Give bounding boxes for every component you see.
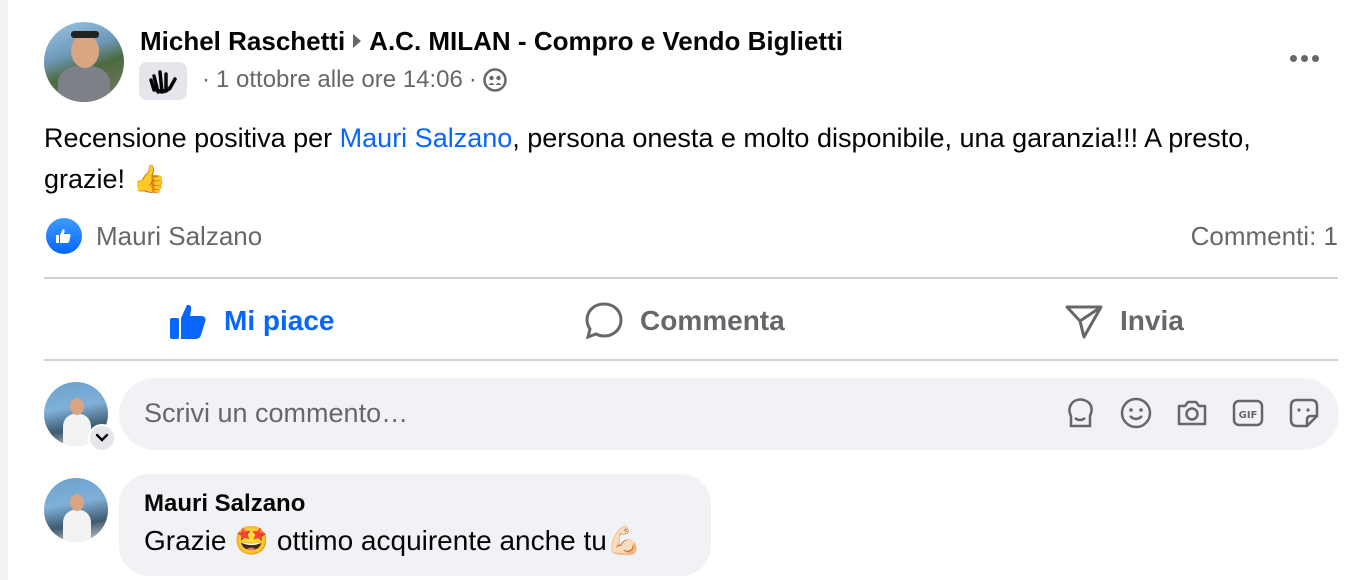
sticker-icon[interactable]: [1287, 396, 1321, 430]
avatar-sticker-icon[interactable]: [1063, 396, 1097, 430]
comment-text: Grazie 🤩 ottimo acquirente anche tu💪🏻: [144, 525, 642, 556]
reaction-user-name: Mauri Salzano: [96, 220, 263, 251]
comment-button[interactable]: Commenta: [584, 281, 785, 361]
send-icon: [1065, 305, 1103, 339]
like-button[interactable]: Mi piace: [168, 281, 334, 361]
post-card: Michel Raschetti A.C. MILAN - Compro e Ve…: [8, 0, 1346, 580]
wave-hand-icon[interactable]: [139, 62, 187, 100]
svg-text:GIF: GIF: [1239, 410, 1258, 421]
post-header: Michel Raschetti A.C. MILAN - Compro e Ve…: [140, 26, 843, 57]
group-name[interactable]: A.C. MILAN - Compro e Vendo Biglietti: [369, 26, 843, 56]
chevron-down-icon[interactable]: [88, 424, 116, 452]
group-members-icon[interactable]: [483, 68, 507, 92]
comment-bubble-icon: [585, 302, 623, 340]
emoji-icon[interactable]: [1119, 396, 1153, 430]
comment-input[interactable]: Scrivi un commento…: [144, 398, 408, 429]
comments-count[interactable]: Commenti: 1: [1191, 221, 1338, 252]
comment-bubble: Mauri Salzano Grazie 🤩 ottimo acquirente…: [119, 474, 711, 576]
commenter-avatar[interactable]: [44, 478, 108, 542]
like-reaction-icon: [46, 218, 82, 254]
send-button[interactable]: Invia: [1064, 281, 1184, 361]
page-left-edge: [0, 0, 8, 580]
comment-composer[interactable]: Scrivi un commento… GIF: [119, 378, 1339, 450]
gif-icon[interactable]: GIF: [1231, 396, 1265, 430]
post-timestamp[interactable]: 1 ottobre alle ore 14:06: [216, 66, 463, 94]
divider: [44, 359, 1338, 361]
arrow-right-icon: [353, 34, 362, 48]
mention-link[interactable]: Mauri Salzano: [340, 123, 513, 153]
divider: [44, 277, 1338, 279]
thumbs-up-icon: [170, 304, 206, 339]
post-meta: · 1 ottobre alle ore 14:06 ·: [196, 66, 507, 94]
composer-icons: GIF: [1063, 396, 1321, 430]
author-name[interactable]: Michel Raschetti: [140, 26, 345, 56]
camera-icon[interactable]: [1175, 396, 1209, 430]
post-text: Recensione positiva per Mauri Salzano, p…: [44, 123, 1251, 194]
more-options-button[interactable]: [1286, 40, 1322, 76]
post-actions: Mi piace Commenta Invia: [44, 281, 1338, 361]
reactions-summary[interactable]: Mauri Salzano: [46, 218, 262, 254]
commenter-name[interactable]: Mauri Salzano: [144, 490, 305, 518]
author-avatar[interactable]: [44, 22, 124, 102]
